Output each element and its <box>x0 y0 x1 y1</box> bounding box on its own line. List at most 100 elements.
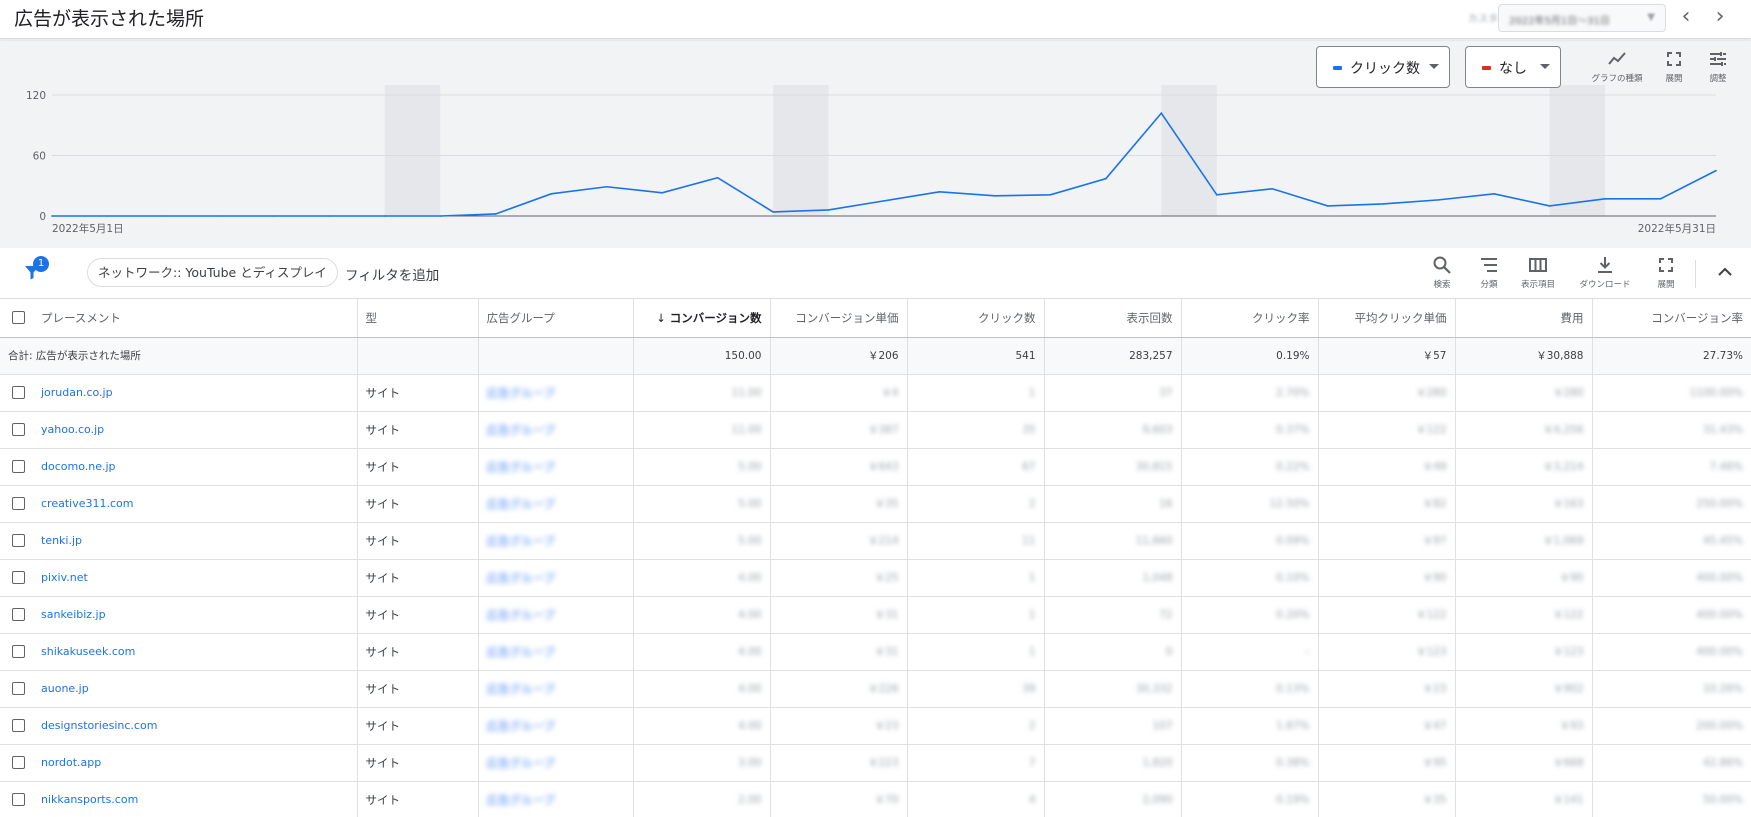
x-end-label: 2022年5月31日 <box>1638 222 1716 235</box>
row-checkbox[interactable] <box>12 645 25 658</box>
placement-link[interactable]: jorudan.co.jp <box>41 386 113 399</box>
impressions-value: 0 <box>1165 645 1173 658</box>
column-header-placement[interactable]: プレースメント <box>0 299 358 338</box>
ad-group-link[interactable]: 広告グループ <box>487 608 555 622</box>
filter-count-badge: 1 <box>33 256 49 272</box>
row-checkbox[interactable] <box>12 497 25 510</box>
data-point <box>51 215 53 217</box>
column-header-cost-per-conversion[interactable]: コンバージョン単価 <box>770 299 908 338</box>
row-checkbox[interactable] <box>12 793 25 806</box>
row-checkbox[interactable] <box>12 571 25 584</box>
placement-link[interactable]: sankeibiz.jp <box>41 608 106 621</box>
table-columns-button[interactable]: 表示項目 <box>1516 255 1560 290</box>
column-header-conversions[interactable]: ↓ コンバージョン数 <box>633 299 771 338</box>
ad-group-link[interactable]: 広告グループ <box>487 793 555 807</box>
placement-link[interactable]: auone.jp <box>41 682 89 695</box>
row-checkbox[interactable] <box>12 386 25 399</box>
column-header-type[interactable]: 型 <box>357 299 479 338</box>
ctr-cell: 0.19% <box>1181 781 1319 817</box>
column-header-ctr[interactable]: クリック率 <box>1181 299 1319 338</box>
ad-group-cell[interactable]: 広告グループ <box>478 707 634 745</box>
conversions-value: 11.00 <box>731 386 762 399</box>
placement-link[interactable]: yahoo.co.jp <box>41 423 104 436</box>
ad-group-cell[interactable]: 広告グループ <box>478 485 634 523</box>
chevron-right-icon[interactable]: › <box>1707 5 1733 31</box>
date-range-select[interactable]: 2022年5月1日〜31日 ▼ <box>1498 4 1666 32</box>
conversions-cell: 5.00 <box>633 485 771 523</box>
ad-group-link[interactable]: 広告グループ <box>487 682 555 696</box>
row-checkbox[interactable] <box>12 423 25 436</box>
ad-group-cell[interactable]: 広告グループ <box>478 596 634 634</box>
row-checkbox[interactable] <box>12 534 25 547</box>
ad-group-link[interactable]: 広告グループ <box>487 386 555 400</box>
placement-link[interactable]: nikkansports.com <box>41 793 138 806</box>
x-start-label: 2022年5月1日 <box>52 222 124 235</box>
page-title: 広告が表示された場所 <box>14 8 205 30</box>
conversion-rate-cell: 10.26% <box>1592 670 1751 708</box>
cost-value: ￥90 <box>1559 572 1584 584</box>
ad-group-cell[interactable]: 広告グループ <box>478 448 634 486</box>
ad-group-cell[interactable]: 広告グループ <box>478 411 634 449</box>
data-point <box>384 215 386 217</box>
table-segment-button[interactable]: 分類 <box>1472 255 1506 290</box>
ad-group-link[interactable]: 広告グループ <box>487 645 555 659</box>
row-checkbox[interactable] <box>12 608 25 621</box>
column-header-cost[interactable]: 費用 <box>1455 299 1593 338</box>
impressions-value: 72 <box>1159 608 1173 621</box>
chart-expand-button[interactable]: 展開 <box>1660 50 1688 84</box>
chart-type-button[interactable]: グラフの種類 <box>1582 50 1652 84</box>
metric2-select[interactable]: なし <box>1465 46 1561 88</box>
clicks-value: 11 <box>1022 534 1036 547</box>
ctr-cell: – <box>1181 633 1319 671</box>
ad-group-link[interactable]: 広告グループ <box>487 719 555 733</box>
table-search-button[interactable]: 検索 <box>1425 255 1459 290</box>
network-filter-chip[interactable]: ネットワーク:: YouTube とディスプレイ <box>87 258 338 287</box>
segment-icon <box>1481 258 1497 272</box>
cost-per-conversion-cell: ￥70 <box>770 781 908 817</box>
table-expand-button[interactable]: 展開 <box>1652 255 1680 290</box>
add-filter-button[interactable]: フィルタを追加 <box>345 264 439 284</box>
cost-cell: ￥122 <box>1455 596 1593 634</box>
ad-group-cell[interactable]: 広告グループ <box>478 633 634 671</box>
clicks-value: 1 <box>1028 645 1036 658</box>
column-header-clicks[interactable]: クリック数 <box>907 299 1045 338</box>
column-header-conversion-rate[interactable]: コンバージョン率 <box>1592 299 1751 338</box>
row-checkbox[interactable] <box>12 460 25 473</box>
placement-link[interactable]: shikakuseek.com <box>41 645 135 658</box>
ad-group-cell[interactable]: 広告グループ <box>478 781 634 817</box>
placement-link[interactable]: nordot.app <box>41 756 101 769</box>
ad-group-link[interactable]: 広告グループ <box>487 534 555 548</box>
placement-link[interactable]: designstoriesinc.com <box>41 719 157 732</box>
columns-icon <box>1529 258 1547 272</box>
cost-cell: ￥3,214 <box>1455 448 1593 486</box>
ad-group-link[interactable]: 広告グループ <box>487 571 555 585</box>
chart-adjust-button[interactable]: 調整 <box>1704 50 1732 84</box>
column-header-avg-cpc[interactable]: 平均クリック単価 <box>1318 299 1456 338</box>
ad-group-cell[interactable]: 広告グループ <box>478 670 634 708</box>
placement-link[interactable]: tenki.jp <box>41 534 82 547</box>
chevron-left-icon[interactable]: ‹ <box>1673 5 1699 31</box>
ad-group-cell[interactable]: 広告グループ <box>478 559 634 597</box>
placement-link[interactable]: docomo.ne.jp <box>41 460 116 473</box>
ad-group-cell[interactable]: 広告グループ <box>478 374 634 412</box>
column-header-impressions[interactable]: 表示回数 <box>1044 299 1182 338</box>
chevron-up-icon[interactable] <box>1715 262 1735 286</box>
ctr-value: 0.22% <box>1276 460 1310 473</box>
placement-link[interactable]: pixiv.net <box>41 571 88 584</box>
column-header-ad-group[interactable]: 広告グループ <box>478 299 634 338</box>
row-checkbox[interactable] <box>12 719 25 732</box>
ad-group-link[interactable]: 広告グループ <box>487 460 555 474</box>
table-download-button[interactable]: ダウンロード <box>1573 255 1637 290</box>
row-checkbox[interactable] <box>12 682 25 695</box>
placement-link[interactable]: creative311.com <box>41 497 133 510</box>
metric1-select[interactable]: クリック数 <box>1316 46 1450 88</box>
row-checkbox[interactable] <box>12 756 25 769</box>
ad-group-cell[interactable]: 広告グループ <box>478 744 634 782</box>
ad-group-link[interactable]: 広告グループ <box>487 497 555 511</box>
ad-group-link[interactable]: 広告グループ <box>487 756 555 770</box>
ctr-value: 0.38% <box>1276 756 1310 769</box>
data-point <box>494 213 497 215</box>
ad-group-link[interactable]: 広告グループ <box>487 423 555 437</box>
ad-group-cell[interactable]: 広告グループ <box>478 522 634 560</box>
select-all-checkbox[interactable] <box>12 311 25 325</box>
